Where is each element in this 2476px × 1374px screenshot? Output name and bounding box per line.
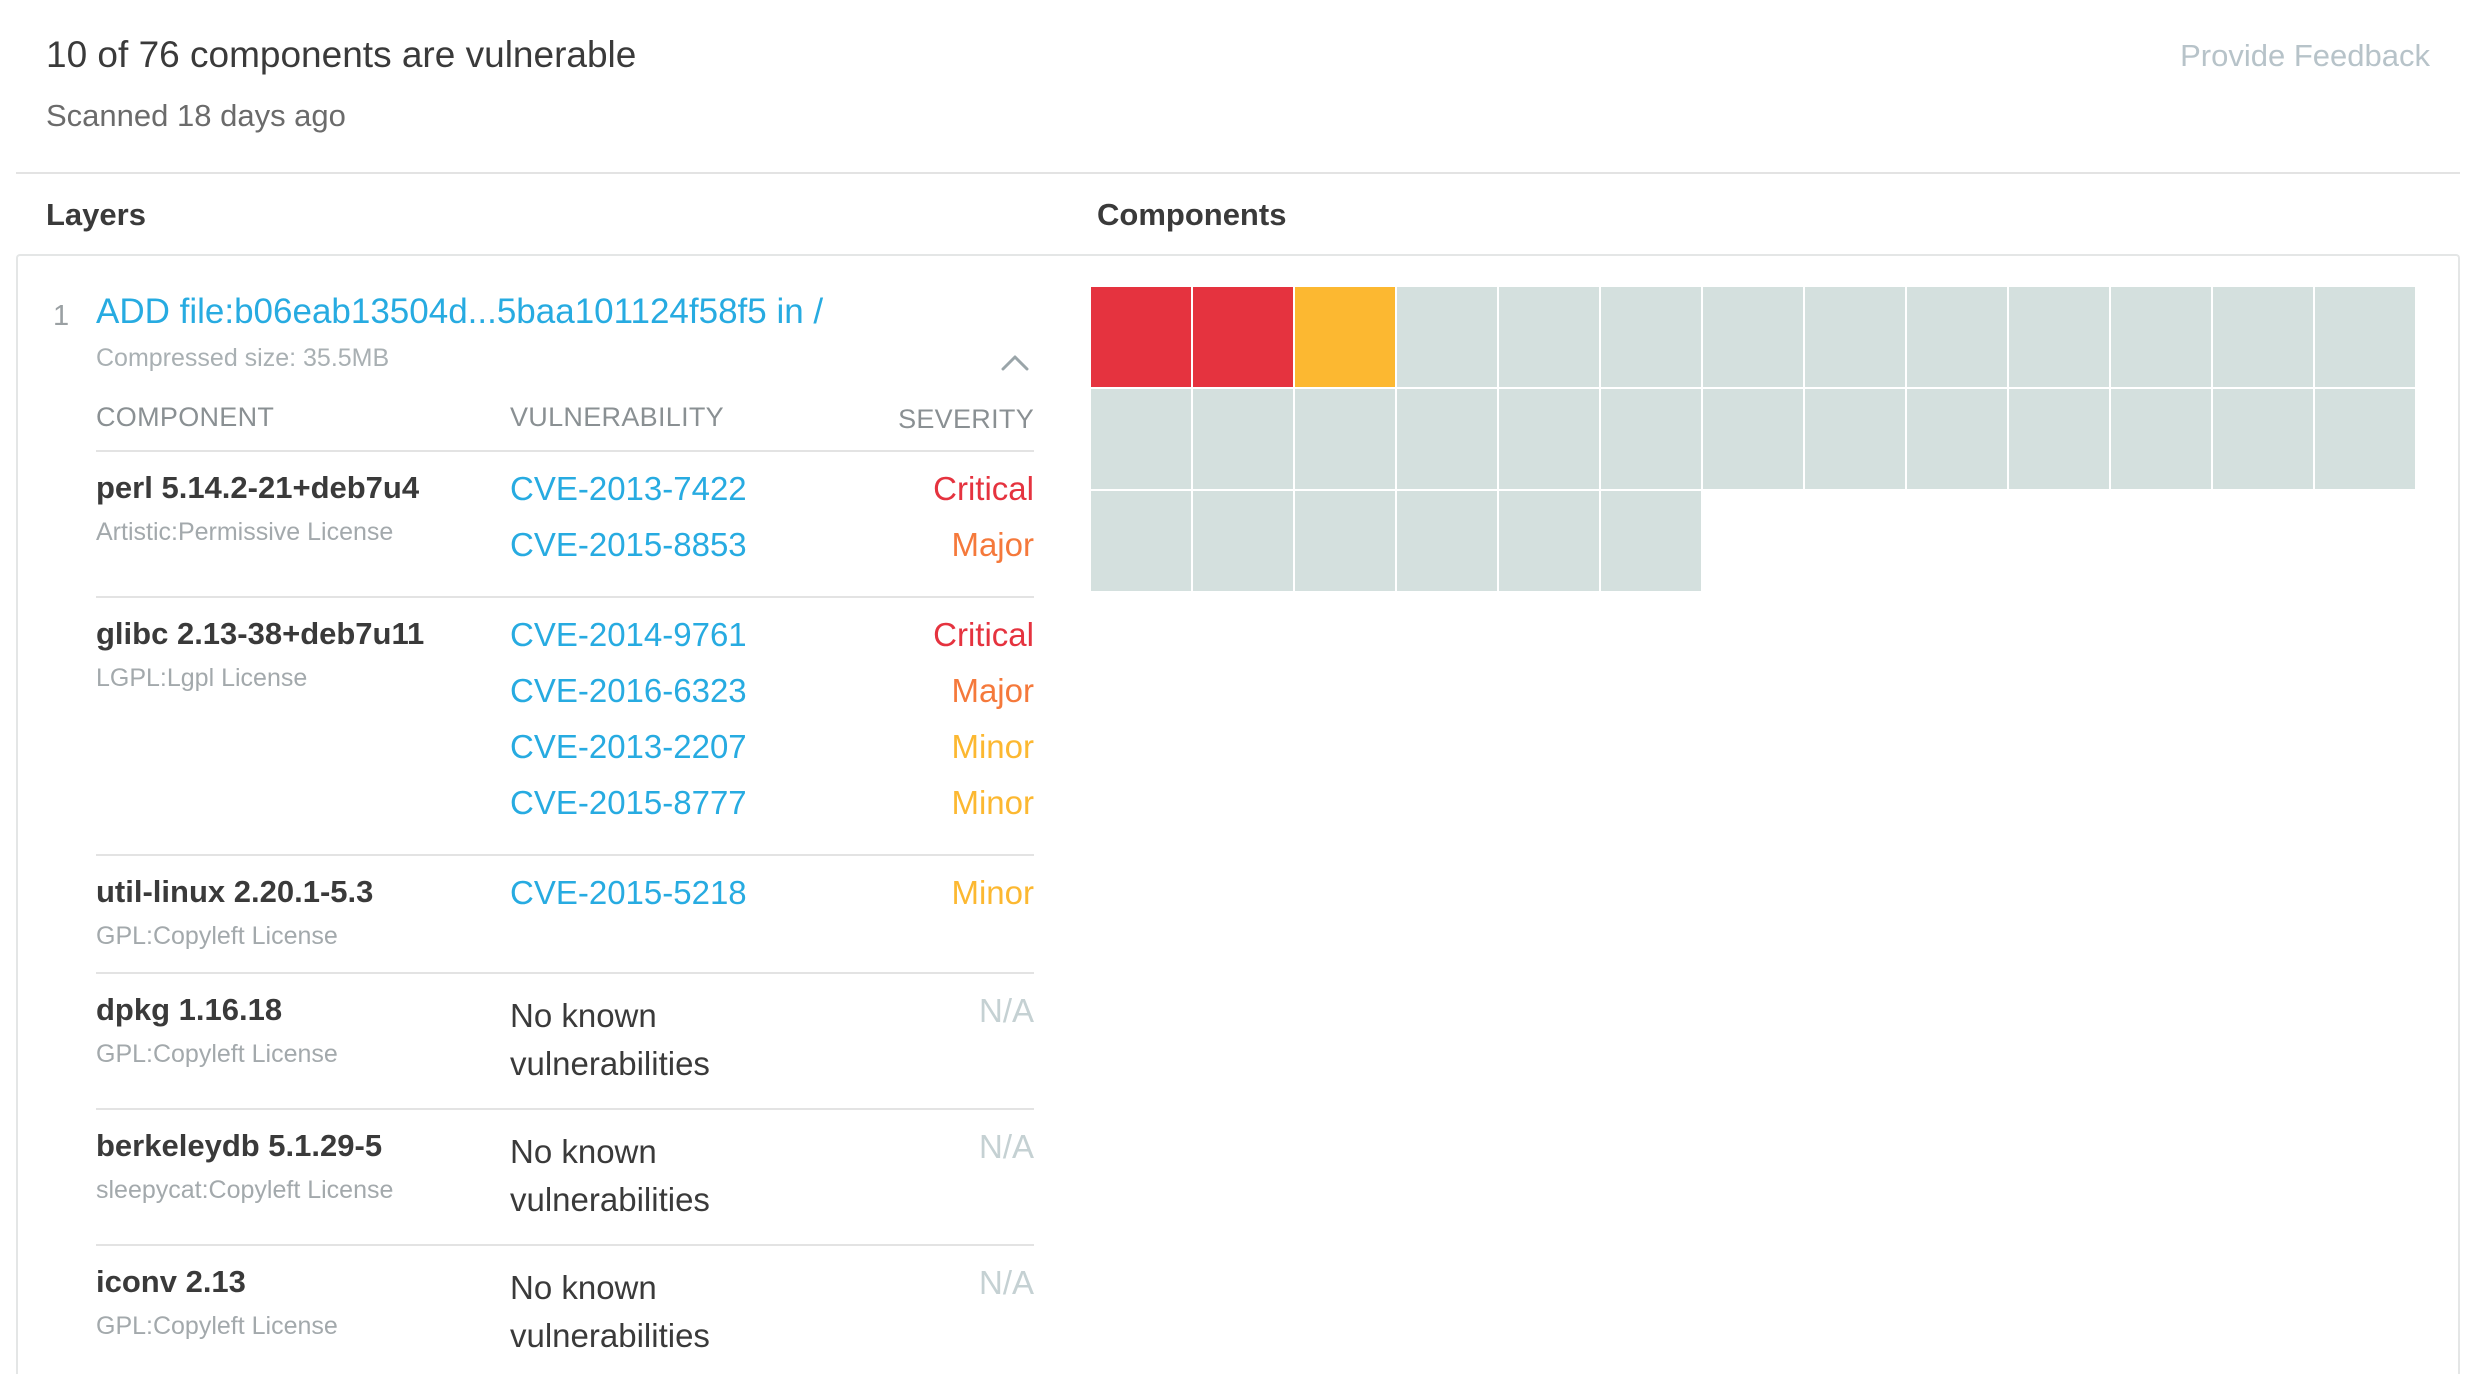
- component-license: GPL:Copyleft License: [96, 922, 338, 950]
- vulnerability-entry: CVE-2013-2207 Minor: [510, 728, 1034, 784]
- vulnerability-summary: 10 of 76 components are vulnerable: [46, 34, 637, 75]
- component-vulnerability-table: COMPONENT VULNERABILITY SEVERITY perl 5.…: [96, 392, 1034, 1374]
- table-row: berkeleydb 5.1.29-5 sleepycat:Copyleft Li…: [96, 1110, 1034, 1246]
- component-cell[interactable]: [1499, 389, 1599, 489]
- component-cell[interactable]: [2315, 389, 2415, 489]
- chevron-up-icon[interactable]: [998, 346, 1032, 380]
- vulnerability-list: CVE-2015-5218 Minor: [510, 874, 1034, 930]
- component-cell[interactable]: [1193, 389, 1293, 489]
- severity-na: N/A: [978, 1128, 1034, 1165]
- scan-age: Scanned 18 days ago: [46, 98, 346, 133]
- vulnerability-report: 10 of 76 components are vulnerable Scann…: [0, 0, 2476, 1374]
- component-license: sleepycat:Copyleft License: [96, 1176, 394, 1204]
- component-cell[interactable]: [1601, 287, 1701, 387]
- severity-label: Critical: [933, 470, 1034, 507]
- table-row: glibc 2.13-38+deb7u11 LGPL:Lgpl License CV…: [96, 598, 1034, 856]
- component-cell[interactable]: [2111, 389, 2211, 489]
- severity-label: Minor: [951, 784, 1034, 821]
- component-license: LGPL:Lgpl License: [96, 664, 308, 692]
- component-license: GPL:Copyleft License: [96, 1312, 338, 1340]
- vulnerability-entry: CVE-2013-7422 Critical: [510, 470, 1034, 526]
- no-vulnerabilities-text: No known vulnerabilities: [510, 1269, 710, 1354]
- component-cell[interactable]: [2213, 287, 2313, 387]
- vulnerability-entry: CVE-2014-9761 Critical: [510, 616, 1034, 672]
- component-cell[interactable]: [1805, 287, 1905, 387]
- component-cell[interactable]: [2009, 389, 2109, 489]
- component-cell[interactable]: [1193, 287, 1293, 387]
- severity-na: N/A: [978, 992, 1034, 1029]
- cve-link[interactable]: CVE-2014-9761: [510, 616, 747, 654]
- component-cell[interactable]: [1907, 287, 2007, 387]
- component-cell[interactable]: [1703, 287, 1803, 387]
- components-heading: Components: [1097, 197, 1287, 232]
- component-cell[interactable]: [1295, 491, 1395, 591]
- component-cell[interactable]: [2009, 287, 2109, 387]
- component-cell[interactable]: [1601, 389, 1701, 489]
- severity-label: Critical: [933, 616, 1034, 653]
- severity-label: Major: [951, 672, 1034, 709]
- layer-command-link[interactable]: ADD file:b06eab13504d...5baa101124f58f5 …: [96, 292, 823, 332]
- column-header-vulnerability: VULNERABILITY: [510, 402, 724, 432]
- cve-link[interactable]: CVE-2016-6323: [510, 672, 747, 710]
- vulnerability-entry: CVE-2015-8777 Minor: [510, 784, 1034, 840]
- component-name: perl 5.14.2-21+deb7u4: [96, 470, 420, 505]
- vulnerability-entry: CVE-2015-8853 Major: [510, 526, 1034, 582]
- cve-link[interactable]: CVE-2015-5218: [510, 874, 747, 912]
- component-license: Artistic:Permissive License: [96, 518, 394, 546]
- provide-feedback-link[interactable]: Provide Feedback: [2180, 38, 2430, 74]
- no-vulnerabilities-text: No known vulnerabilities: [510, 997, 710, 1082]
- table-row: dpkg 1.16.18 GPL:Copyleft License No known…: [96, 974, 1034, 1110]
- severity-label: Minor: [951, 874, 1034, 911]
- component-cell[interactable]: [1295, 389, 1395, 489]
- table-row: iconv 2.13 GPL:Copyleft License No known v…: [96, 1246, 1034, 1374]
- table-row: perl 5.14.2-21+deb7u4 Artistic:Permissive…: [96, 452, 1034, 598]
- vulnerability-list: CVE-2013-7422 Critical CVE-2015-8853 Major: [510, 470, 1034, 582]
- severity-label: Major: [951, 526, 1034, 563]
- report-header: 10 of 76 components are vulnerable Scann…: [0, 0, 2476, 174]
- component-cell[interactable]: [1397, 389, 1497, 489]
- cve-link[interactable]: CVE-2015-8853: [510, 526, 747, 564]
- layer-index: 1: [53, 300, 70, 332]
- component-cell[interactable]: [1703, 389, 1803, 489]
- component-cell[interactable]: [1805, 389, 1905, 489]
- component-cell[interactable]: [1091, 389, 1191, 489]
- table-row: util-linux 2.20.1-5.3 GPL:Copyleft Licens…: [96, 856, 1034, 974]
- component-cell[interactable]: [1295, 287, 1395, 387]
- vulnerability-entry: CVE-2015-5218 Minor: [510, 874, 1034, 930]
- header-divider: [16, 172, 2460, 174]
- column-header-severity: SEVERITY: [898, 404, 1034, 434]
- vulnerability-entry: CVE-2016-6323 Major: [510, 672, 1034, 728]
- severity-label: Minor: [951, 728, 1034, 765]
- component-cell[interactable]: [1907, 389, 2007, 489]
- component-cell[interactable]: [1499, 491, 1599, 591]
- no-vulnerabilities-text: No known vulnerabilities: [510, 1133, 710, 1218]
- component-cell[interactable]: [1091, 287, 1191, 387]
- column-header-component: COMPONENT: [96, 402, 275, 432]
- cve-link[interactable]: CVE-2015-8777: [510, 784, 747, 822]
- component-cell[interactable]: [2213, 389, 2313, 489]
- layers-heading: Layers: [46, 197, 146, 232]
- component-cell[interactable]: [1601, 491, 1701, 591]
- component-license: GPL:Copyleft License: [96, 1040, 338, 1068]
- component-cell[interactable]: [1193, 491, 1293, 591]
- component-cell[interactable]: [1499, 287, 1599, 387]
- component-cell[interactable]: [2111, 287, 2211, 387]
- component-name: dpkg 1.16.18: [96, 992, 283, 1027]
- component-name: berkeleydb 5.1.29-5: [96, 1128, 383, 1163]
- severity-na: N/A: [978, 1264, 1034, 1301]
- vulnerability-list: CVE-2014-9761 Critical CVE-2016-6323 Major C…: [510, 616, 1034, 840]
- table-header: COMPONENT VULNERABILITY SEVERITY: [96, 392, 1034, 452]
- component-cell[interactable]: [1397, 491, 1497, 591]
- cve-link[interactable]: CVE-2013-2207: [510, 728, 747, 766]
- component-cell[interactable]: [1397, 287, 1497, 387]
- component-name: iconv 2.13: [96, 1264, 246, 1299]
- component-cell[interactable]: [1091, 491, 1191, 591]
- component-cell[interactable]: [2315, 287, 2415, 387]
- cve-link[interactable]: CVE-2013-7422: [510, 470, 747, 508]
- component-name: glibc 2.13-38+deb7u11: [96, 616, 425, 651]
- component-name: util-linux 2.20.1-5.3: [96, 874, 374, 909]
- layer-compressed-size: Compressed size: 35.5MB: [96, 344, 390, 372]
